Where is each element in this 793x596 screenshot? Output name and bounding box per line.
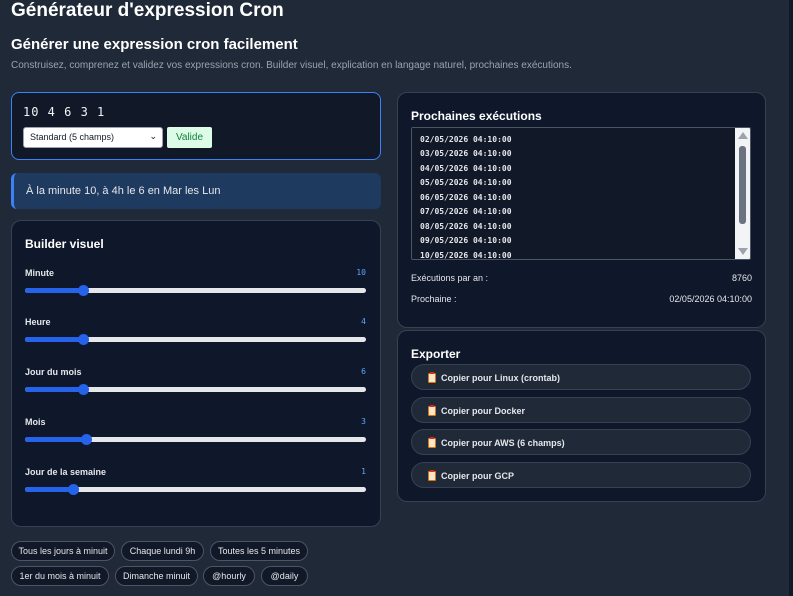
mode-select-value: Standard (5 champs) [30, 132, 115, 142]
slider-track[interactable] [25, 434, 366, 445]
expression-box: 10 4 6 3 1 Standard (5 champs) ⌄ Valide [11, 92, 381, 160]
scroll-down-icon[interactable] [738, 248, 748, 255]
list-item: 03/05/2026 04:10:00 [420, 149, 512, 158]
scroll-thumb[interactable] [739, 146, 746, 224]
builder-title: Builder visuel [25, 237, 104, 251]
copy-gcp-button[interactable]: Copier pour GCP [411, 462, 751, 488]
slider-day-of-week: Jour de la semaine 1 [25, 467, 366, 501]
button-label: Copier pour Linux (crontab) [441, 373, 560, 383]
slider-label: Minute [25, 268, 54, 278]
slider-track[interactable] [25, 384, 366, 395]
slider-day-of-month: Jour du mois 6 [25, 367, 366, 401]
slider-value: 1 [361, 467, 366, 476]
slider-thumb[interactable] [78, 384, 89, 395]
export-title: Exporter [411, 347, 461, 361]
copy-linux-button[interactable]: Copier pour Linux (crontab) [411, 364, 751, 390]
next-runs-list[interactable]: 02/05/2026 04:10:00 03/05/2026 04:10:00 … [411, 127, 751, 260]
list-item: 04/05/2026 04:10:00 [420, 164, 512, 173]
slider-fill [25, 437, 86, 442]
preset-button[interactable]: Tous les jours à minuit [11, 541, 115, 561]
scrollbar[interactable] [735, 128, 750, 259]
list-item: 09/05/2026 04:10:00 [420, 236, 512, 245]
app-title: Générateur d'expression Cron [11, 0, 284, 21]
slider-track[interactable] [25, 285, 366, 296]
page-subtitle: Générer une expression cron facilement [11, 36, 298, 53]
slider-value: 4 [361, 317, 366, 326]
preset-button[interactable]: Dimanche minuit [115, 566, 198, 586]
slider-value: 6 [361, 367, 366, 376]
slider-thumb[interactable] [78, 334, 89, 345]
slider-label: Mois [25, 417, 46, 427]
slider-month: Mois 3 [25, 417, 366, 451]
slider-fill [25, 487, 73, 492]
button-label: Copier pour Docker [441, 406, 526, 416]
list-item: 02/05/2026 04:10:00 [420, 135, 512, 144]
slider-minute: Minute 10 [25, 268, 366, 302]
window-edge [789, 0, 793, 596]
slider-fill [25, 288, 83, 293]
button-label: Copier pour GCP [441, 471, 515, 481]
slider-thumb[interactable] [78, 285, 89, 296]
copy-aws-button[interactable]: Copier pour AWS (6 champs) [411, 429, 751, 455]
slider-fill [25, 387, 83, 392]
preset-button[interactable]: 1er du mois à minuit [11, 566, 109, 586]
slider-value: 10 [356, 268, 366, 277]
next-run-label: Prochaine : [411, 294, 457, 304]
visual-builder: Builder visuel Minute 10 Heure 4 Jour du… [11, 220, 381, 527]
export-panel: Exporter Copier pour Linux (crontab) Cop… [397, 330, 766, 502]
next-runs-title: Prochaines exécutions [411, 109, 542, 123]
slider-hour: Heure 4 [25, 317, 366, 351]
slider-thumb[interactable] [68, 484, 79, 495]
mode-select[interactable]: Standard (5 champs) ⌄ [23, 127, 163, 148]
slider-label: Heure [25, 317, 51, 327]
page-description: Construisez, comprenez et validez vos ex… [11, 60, 572, 71]
status-badge: Valide [167, 127, 212, 148]
next-run-value: 02/05/2026 04:10:00 [669, 294, 752, 304]
clipboard-icon [428, 372, 436, 383]
slider-value: 3 [361, 417, 366, 426]
list-item: 05/05/2026 04:10:00 [420, 178, 512, 187]
slider-label: Jour du mois [25, 367, 82, 377]
list-item: 07/05/2026 04:10:00 [420, 207, 512, 216]
list-item: 06/05/2026 04:10:00 [420, 193, 512, 202]
copy-docker-button[interactable]: Copier pour Docker [411, 397, 751, 423]
clipboard-icon [428, 437, 436, 448]
list-item: 10/05/2026 04:10:00 [420, 251, 512, 260]
button-label: Copier pour AWS (6 champs) [441, 438, 565, 448]
slider-track[interactable] [25, 484, 366, 495]
next-runs-panel: Prochaines exécutions 02/05/2026 04:10:0… [397, 92, 766, 328]
preset-button[interactable]: @daily [261, 566, 308, 586]
slider-thumb[interactable] [81, 434, 92, 445]
clipboard-icon [428, 470, 436, 481]
scroll-up-icon[interactable] [738, 132, 748, 139]
preset-button[interactable]: Toutes les 5 minutes [210, 541, 308, 561]
explanation-box: À la minute 10, à 4h le 6 en Mar les Lun [11, 173, 381, 209]
preset-button[interactable]: @hourly [203, 566, 255, 586]
slider-fill [25, 337, 83, 342]
chevron-down-icon: ⌄ [149, 131, 157, 141]
per-year-value: 8760 [731, 273, 752, 283]
per-year-label: Exécutions par an : [411, 273, 489, 283]
slider-label: Jour de la semaine [25, 467, 107, 477]
expression-input[interactable]: 10 4 6 3 1 [23, 105, 105, 119]
slider-track[interactable] [25, 334, 366, 345]
list-item: 08/05/2026 04:10:00 [420, 222, 512, 231]
preset-button[interactable]: Chaque lundi 9h [121, 541, 204, 561]
clipboard-icon [428, 405, 436, 416]
